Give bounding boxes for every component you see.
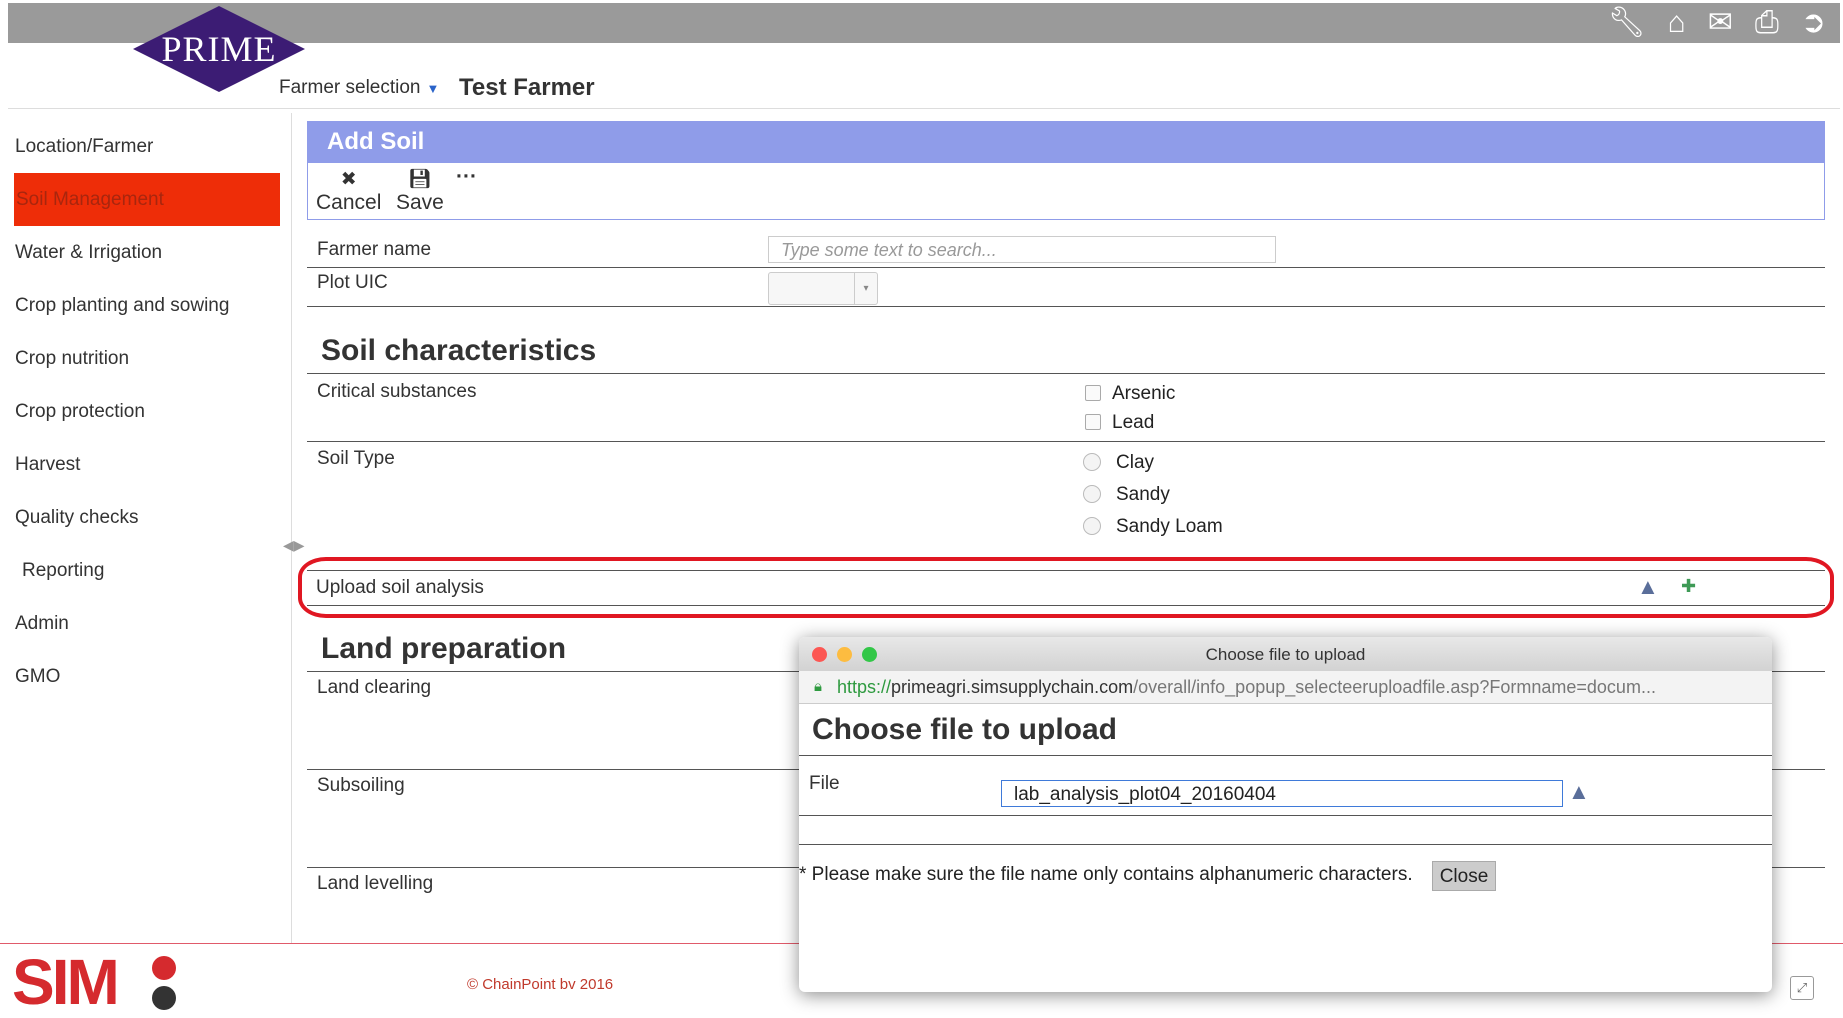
caret-down-icon: ▼: [426, 81, 440, 96]
url-scheme: https://: [837, 677, 892, 697]
filename-note: * Please make sure the file name only co…: [799, 864, 1413, 885]
copyright-text: © ChainPoint bv 2016: [467, 976, 614, 993]
lead-label: Lead: [1112, 412, 1155, 433]
sandy-label: Sandy: [1116, 484, 1170, 505]
farmer-name-search-input[interactable]: Type some text to search...: [768, 236, 1276, 263]
wrench-icon[interactable]: 🔧︎: [1608, 7, 1646, 39]
upload-soil-analysis-label: Upload soil analysis: [316, 577, 484, 598]
radio-circle[interactable]: [1083, 517, 1101, 535]
arsenic-label: Arsenic: [1112, 383, 1176, 404]
sidebar-item-crop-nutrition[interactable]: Crop nutrition: [0, 332, 292, 385]
critical-substances-label: Critical substances: [317, 381, 477, 402]
clay-label: Clay: [1116, 452, 1155, 473]
lock-icon: 🔒︎: [814, 678, 822, 695]
popup-rule: [799, 815, 1772, 816]
land-clearing-label: Land clearing: [317, 677, 432, 698]
critical-substances-row: Critical substances: [307, 374, 1825, 442]
farmer-selection-dropdown[interactable]: Farmer selection ▼: [279, 77, 439, 99]
expand-icon[interactable]: ⤢: [1790, 976, 1814, 1000]
logo-dot-red: [152, 956, 176, 980]
chevron-down-icon: ▾: [854, 273, 877, 304]
soil-type-row: Soil Type: [307, 442, 1825, 539]
logo-dot-dark: [152, 986, 176, 1010]
file-name-input[interactable]: lab_analysis_plot04_20160404: [1001, 780, 1563, 807]
lead-checkbox[interactable]: Lead: [1085, 412, 1154, 434]
land-levelling-label: Land levelling: [317, 873, 434, 894]
popup-titlebar: Choose file to upload: [799, 637, 1772, 671]
floppy-disk-icon: 💾︎: [407, 169, 432, 190]
popup-rule: [799, 755, 1772, 756]
save-button[interactable]: 💾︎ Save: [396, 169, 444, 215]
soil-type-label: Soil Type: [317, 448, 395, 469]
radio-circle[interactable]: [1083, 453, 1101, 471]
sim-logo-text: SIM: [12, 946, 120, 1018]
sidebar-item-reporting[interactable]: Reporting: [0, 544, 292, 597]
splitter-handle-icon[interactable]: ◀▶: [283, 537, 305, 554]
sidebar-item-crop-planting[interactable]: Crop planting and sowing: [0, 279, 292, 332]
sim-logo: SIM: [12, 950, 176, 1014]
upload-icon[interactable]: ▲: [1637, 574, 1659, 600]
sidebar-item-harvest[interactable]: Harvest: [0, 438, 292, 491]
sandy-radio[interactable]: Sandy: [1083, 484, 1170, 506]
sidebar: Location/Farmer Soil Management Water & …: [0, 120, 292, 703]
print-icon[interactable]: ⎙: [1755, 7, 1779, 39]
upload-icon[interactable]: ▲: [1568, 779, 1590, 805]
logout-icon[interactable]: ➲: [1801, 7, 1826, 39]
plot-uic-row: Plot UIC: [307, 268, 1825, 307]
upload-soil-analysis-row: Upload soil analysis: [307, 570, 1825, 606]
popup-rule: [799, 844, 1772, 845]
land-preparation-title: Land preparation: [321, 632, 567, 665]
clay-radio[interactable]: Clay: [1083, 452, 1154, 474]
top-bar: 🔧︎ ⌂ ✉ ⎙ ➲: [8, 3, 1840, 43]
sandy-loam-radio[interactable]: Sandy Loam: [1083, 516, 1223, 538]
checkbox-box[interactable]: [1085, 385, 1101, 401]
radio-circle[interactable]: [1083, 485, 1101, 503]
more-options-button[interactable]: ···: [456, 165, 477, 189]
sidebar-item-water-irrigation[interactable]: Water & Irrigation: [0, 226, 292, 279]
sidebar-item-quality-checks[interactable]: Quality checks: [0, 491, 292, 544]
save-label: Save: [396, 191, 444, 214]
arsenic-checkbox[interactable]: Arsenic: [1085, 383, 1175, 405]
sidebar-item-admin[interactable]: Admin: [0, 597, 292, 650]
sidebar-item-soil-management[interactable]: Soil Management: [14, 173, 280, 226]
top-icons: 🔧︎ ⌂ ✉ ⎙ ➲: [1608, 7, 1827, 39]
sidebar-item-crop-protection[interactable]: Crop protection: [0, 385, 292, 438]
mail-icon[interactable]: ✉: [1708, 7, 1733, 39]
soil-characteristics-title: Soil characteristics: [321, 334, 597, 367]
more-icon: ···: [456, 165, 477, 188]
farmer-name-label: Farmer name: [317, 239, 432, 260]
plot-uic-label: Plot UIC: [317, 272, 388, 293]
home-icon[interactable]: ⌂: [1668, 7, 1686, 39]
checkbox-box[interactable]: [1085, 414, 1101, 430]
add-soil-panel: Add Soil ✖ Cancel 💾︎ Save ···: [307, 121, 1825, 220]
farmer-selection-label: Farmer selection: [279, 77, 421, 98]
add-document-icon[interactable]: ✚: [1681, 576, 1696, 597]
cancel-label: Cancel: [316, 191, 382, 214]
sidebar-item-gmo[interactable]: GMO: [0, 650, 292, 703]
close-icon: ✖: [340, 169, 357, 190]
subsoiling-label: Subsoiling: [317, 775, 405, 796]
popup-url-bar[interactable]: 🔒︎ https://primeagri.simsupplychain.com/o…: [799, 671, 1772, 704]
choose-file-popup: Choose file to upload 🔒︎ https://primeagr…: [799, 637, 1772, 992]
plot-uic-select[interactable]: ▾: [768, 272, 878, 305]
panel-title: Add Soil: [307, 121, 1825, 163]
form-toolbar: ✖ Cancel 💾︎ Save ···: [307, 163, 1825, 220]
file-label: File: [809, 773, 840, 794]
sidebar-divider: [291, 113, 292, 943]
url-path: /overall/info_popup_selecteeruploadfile.…: [1133, 677, 1656, 697]
cancel-button[interactable]: ✖ Cancel: [316, 169, 381, 215]
sandy-loam-label: Sandy Loam: [1116, 516, 1223, 537]
selected-farmer-name: Test Farmer: [459, 74, 595, 101]
popup-window-title: Choose file to upload: [1205, 645, 1366, 664]
close-button[interactable]: Close: [1432, 861, 1496, 891]
sim-logo-dots: [152, 956, 176, 1016]
popup-heading: Choose file to upload: [812, 713, 1117, 746]
header-divider: [8, 108, 1840, 109]
url-host: primeagri.simsupplychain.com: [891, 677, 1134, 697]
sidebar-item-location-farmer[interactable]: Location/Farmer: [0, 120, 292, 173]
